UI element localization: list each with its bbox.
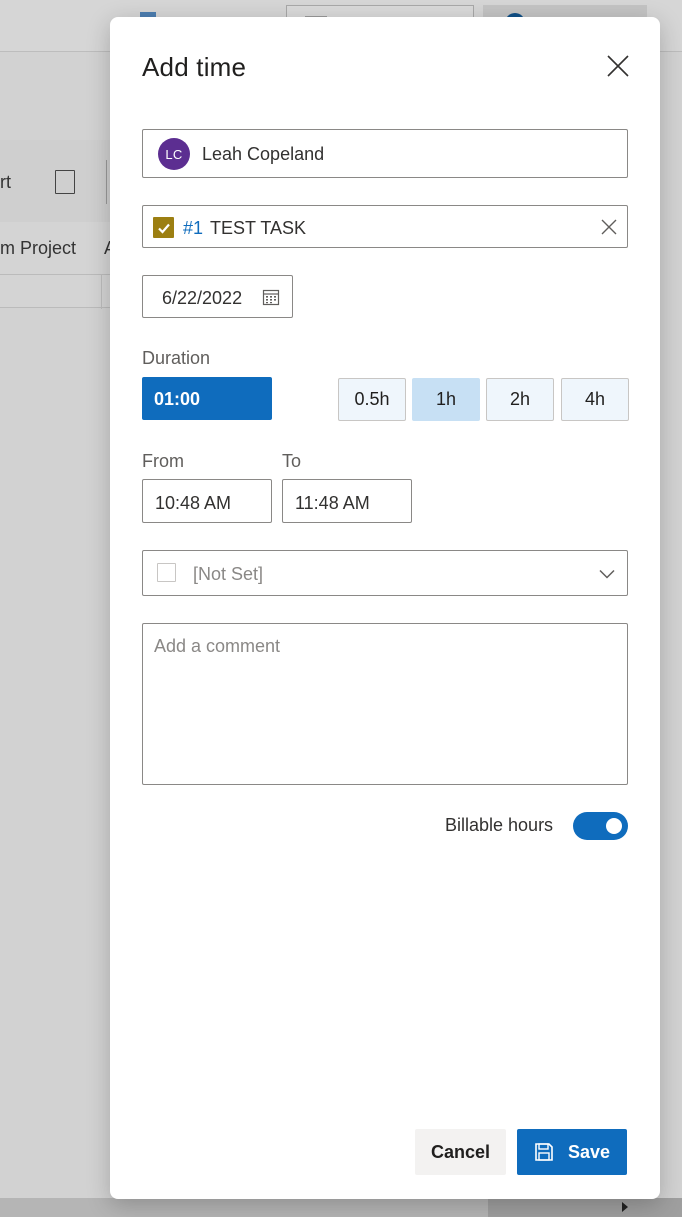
background-scrollbar [0, 1198, 682, 1217]
save-button[interactable]: Save [517, 1129, 627, 1175]
toggle-knob [606, 818, 622, 834]
add-time-dialog: Add time LC Leah Copeland #1 TEST TASK 6… [110, 17, 660, 1199]
background-table-header [0, 274, 110, 309]
chevron-down-icon [599, 569, 615, 579]
export-document-icon [55, 170, 75, 194]
background-toolbar: rt [0, 140, 110, 222]
scroll-right-arrow-icon [622, 1202, 628, 1212]
toolbar-separator [106, 160, 107, 204]
scrollbar-track [488, 1198, 682, 1217]
user-picker[interactable]: LC Leah Copeland [142, 129, 628, 178]
activity-dropdown[interactable]: [Not Set] [142, 550, 628, 596]
save-icon [535, 1143, 553, 1161]
to-time-value: 11:48 AM [295, 493, 370, 513]
user-name: Leah Copeland [202, 144, 325, 164]
background-tabs: m Project A [0, 222, 116, 274]
close-button[interactable] [604, 52, 632, 80]
task-name: TEST TASK [210, 218, 307, 238]
preset-1h-button[interactable]: 1h [412, 378, 480, 421]
activity-color-box [157, 563, 176, 582]
calendar-icon[interactable] [262, 288, 280, 306]
save-button-label: Save [567, 1141, 611, 1162]
billable-hours-label: Billable hours [445, 815, 554, 835]
background-tab-project: m Project [0, 238, 77, 258]
task-picker[interactable]: #1 TEST TASK [142, 205, 628, 248]
to-time-input[interactable]: 11:48 AM [282, 479, 412, 523]
activity-value: [Not Set] [193, 564, 264, 584]
task-type-icon [153, 217, 174, 238]
preset-0-5h-button[interactable]: 0.5h [338, 378, 406, 421]
table-column-divider [101, 275, 102, 309]
task-id: #1 [183, 218, 204, 238]
close-icon [607, 55, 629, 77]
preset-4h-button[interactable]: 4h [561, 378, 629, 421]
cancel-button[interactable]: Cancel [415, 1129, 506, 1175]
from-label: From [142, 451, 184, 471]
avatar: LC [158, 138, 190, 170]
background-toolbar-text: rt [0, 172, 11, 192]
to-label: To [282, 451, 302, 471]
from-time-input[interactable]: 10:48 AM [142, 479, 272, 523]
date-picker[interactable]: 6/22/2022 [142, 275, 293, 318]
close-icon [601, 219, 617, 235]
clear-task-button[interactable] [599, 217, 619, 237]
preset-2h-button[interactable]: 2h [486, 378, 554, 421]
dialog-title: Add time [142, 52, 247, 82]
from-time-value: 10:48 AM [155, 493, 232, 513]
comment-input[interactable] [143, 624, 627, 784]
billable-hours-toggle[interactable] [573, 812, 628, 840]
comment-box [142, 623, 628, 785]
duration-input[interactable]: 01:00 [142, 377, 272, 420]
duration-label: Duration [142, 348, 211, 368]
date-value: 6/22/2022 [162, 288, 243, 308]
